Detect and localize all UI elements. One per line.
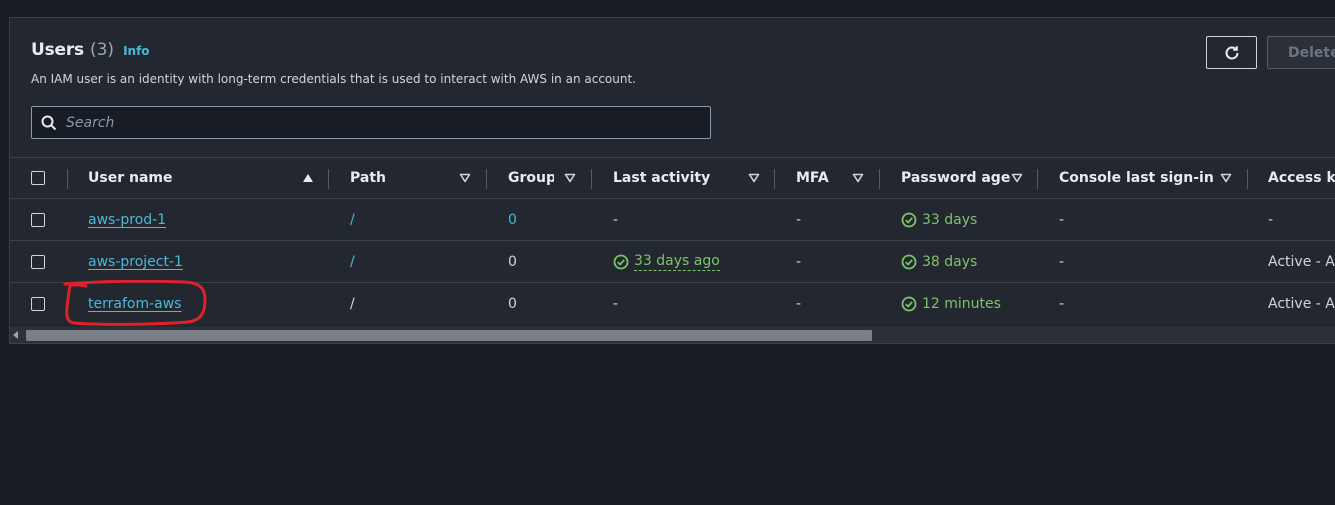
page-description: An IAM user is an identity with long-ter… [31,72,636,86]
table-row: aws-project-1 / 0 33 days ago - 38 days … [10,241,1335,283]
search-input[interactable] [66,114,666,131]
password-age-value: 38 days [922,253,978,270]
column-header-path[interactable]: Path [350,158,386,198]
mfa-cell: - [796,253,802,270]
column-divider [1247,169,1248,189]
console-last-sign-in-cell: - [1059,296,1065,312]
search-box[interactable] [31,106,711,139]
password-age-cell: 38 days [901,241,977,282]
path-cell: / [350,296,355,312]
row-select-cell [31,241,45,282]
user-count: (3) [89,40,115,60]
column-divider [774,169,775,189]
table-row: aws-prod-1 / 0 - - 33 days - - [10,199,1335,241]
console-last-sign-in-cell: - [1059,211,1065,228]
last-activity-cell: 33 days ago [613,241,720,282]
table-header: User name Path Groups Last activity MFA [10,157,1335,199]
search-icon [40,114,58,132]
select-all-checkbox[interactable] [31,171,45,185]
column-divider [879,169,880,189]
password-age-value: 12 minutes [922,296,1001,312]
column-header-access-key[interactable]: Access key [1268,158,1335,198]
user-name-cell: aws-prod-1 [88,199,166,240]
row-select-cell [31,283,45,325]
filter-caret-icon[interactable] [564,158,576,198]
password-age-cell: 12 minutes [901,283,1001,325]
last-activity-cell: - [613,211,619,228]
users-panel: Users (3) Info An IAM user is an identit… [9,17,1335,344]
access-key-cell: Active - AKIA [1268,296,1335,312]
user-name-link[interactable]: aws-project-1 [88,254,183,270]
path-cell: / [350,253,355,270]
path-cell: / [350,211,355,228]
groups-cell: 0 [508,296,517,312]
success-check-icon [901,254,917,269]
table-row: terrafom-aws / 0 - - 12 minutes - Active… [10,283,1335,325]
refresh-icon [1225,45,1238,59]
row-checkbox[interactable] [31,297,45,311]
groups-cell: 0 [508,253,517,270]
access-key-cell: - [1268,211,1274,228]
column-divider [328,169,329,189]
row-checkbox[interactable] [31,254,45,269]
column-header-user-name[interactable]: User name [88,158,172,198]
column-header-mfa[interactable]: MFA [796,158,829,198]
column-header-password-age[interactable]: Password age [901,158,1010,198]
column-divider [486,169,487,189]
password-age-value: 33 days [922,211,978,228]
column-divider [67,169,68,189]
user-name-link[interactable]: terrafom-aws [88,296,181,312]
user-name-cell: aws-project-1 [88,241,183,282]
success-check-icon [901,296,917,312]
sort-ascending-icon[interactable] [302,158,314,198]
filter-caret-icon[interactable] [1220,158,1232,198]
column-header-console-last-sign-in[interactable]: Console last sign-in [1059,158,1214,198]
info-link[interactable]: Info [123,44,149,58]
column-divider [591,169,592,189]
horizontal-scrollbar[interactable] [10,327,1335,343]
page-title: Users [31,40,84,60]
success-check-icon [613,254,629,269]
refresh-button[interactable] [1206,36,1257,69]
scroll-left-arrow-icon[interactable] [13,331,18,339]
user-name-link[interactable]: aws-prod-1 [88,212,166,228]
delete-button[interactable]: Delete [1267,36,1335,69]
users-table: User name Path Groups Last activity MFA [10,157,1335,325]
filter-caret-icon[interactable] [852,158,864,198]
column-header-last-activity[interactable]: Last activity [613,158,710,198]
scrollbar-thumb[interactable] [26,330,872,341]
page-header: Users (3) Info [31,40,150,60]
filter-caret-icon[interactable] [459,158,471,198]
password-age-cell: 33 days [901,199,977,240]
user-name-cell: terrafom-aws [88,283,181,325]
mfa-cell: - [796,296,802,312]
row-select-cell [31,199,45,240]
column-divider [1037,169,1038,189]
column-header-groups[interactable]: Groups [508,158,554,198]
success-check-icon [901,212,917,227]
row-checkbox[interactable] [31,212,45,227]
last-activity-value[interactable]: 33 days ago [634,253,720,271]
groups-cell: 0 [508,211,517,228]
console-last-sign-in-cell: - [1059,253,1065,270]
filter-caret-icon[interactable] [1011,158,1023,198]
access-key-cell: Active - AKIA [1268,253,1335,270]
filter-caret-icon[interactable] [748,158,760,198]
mfa-cell: - [796,211,802,228]
select-all-cell [31,158,45,198]
last-activity-cell: - [613,296,619,312]
